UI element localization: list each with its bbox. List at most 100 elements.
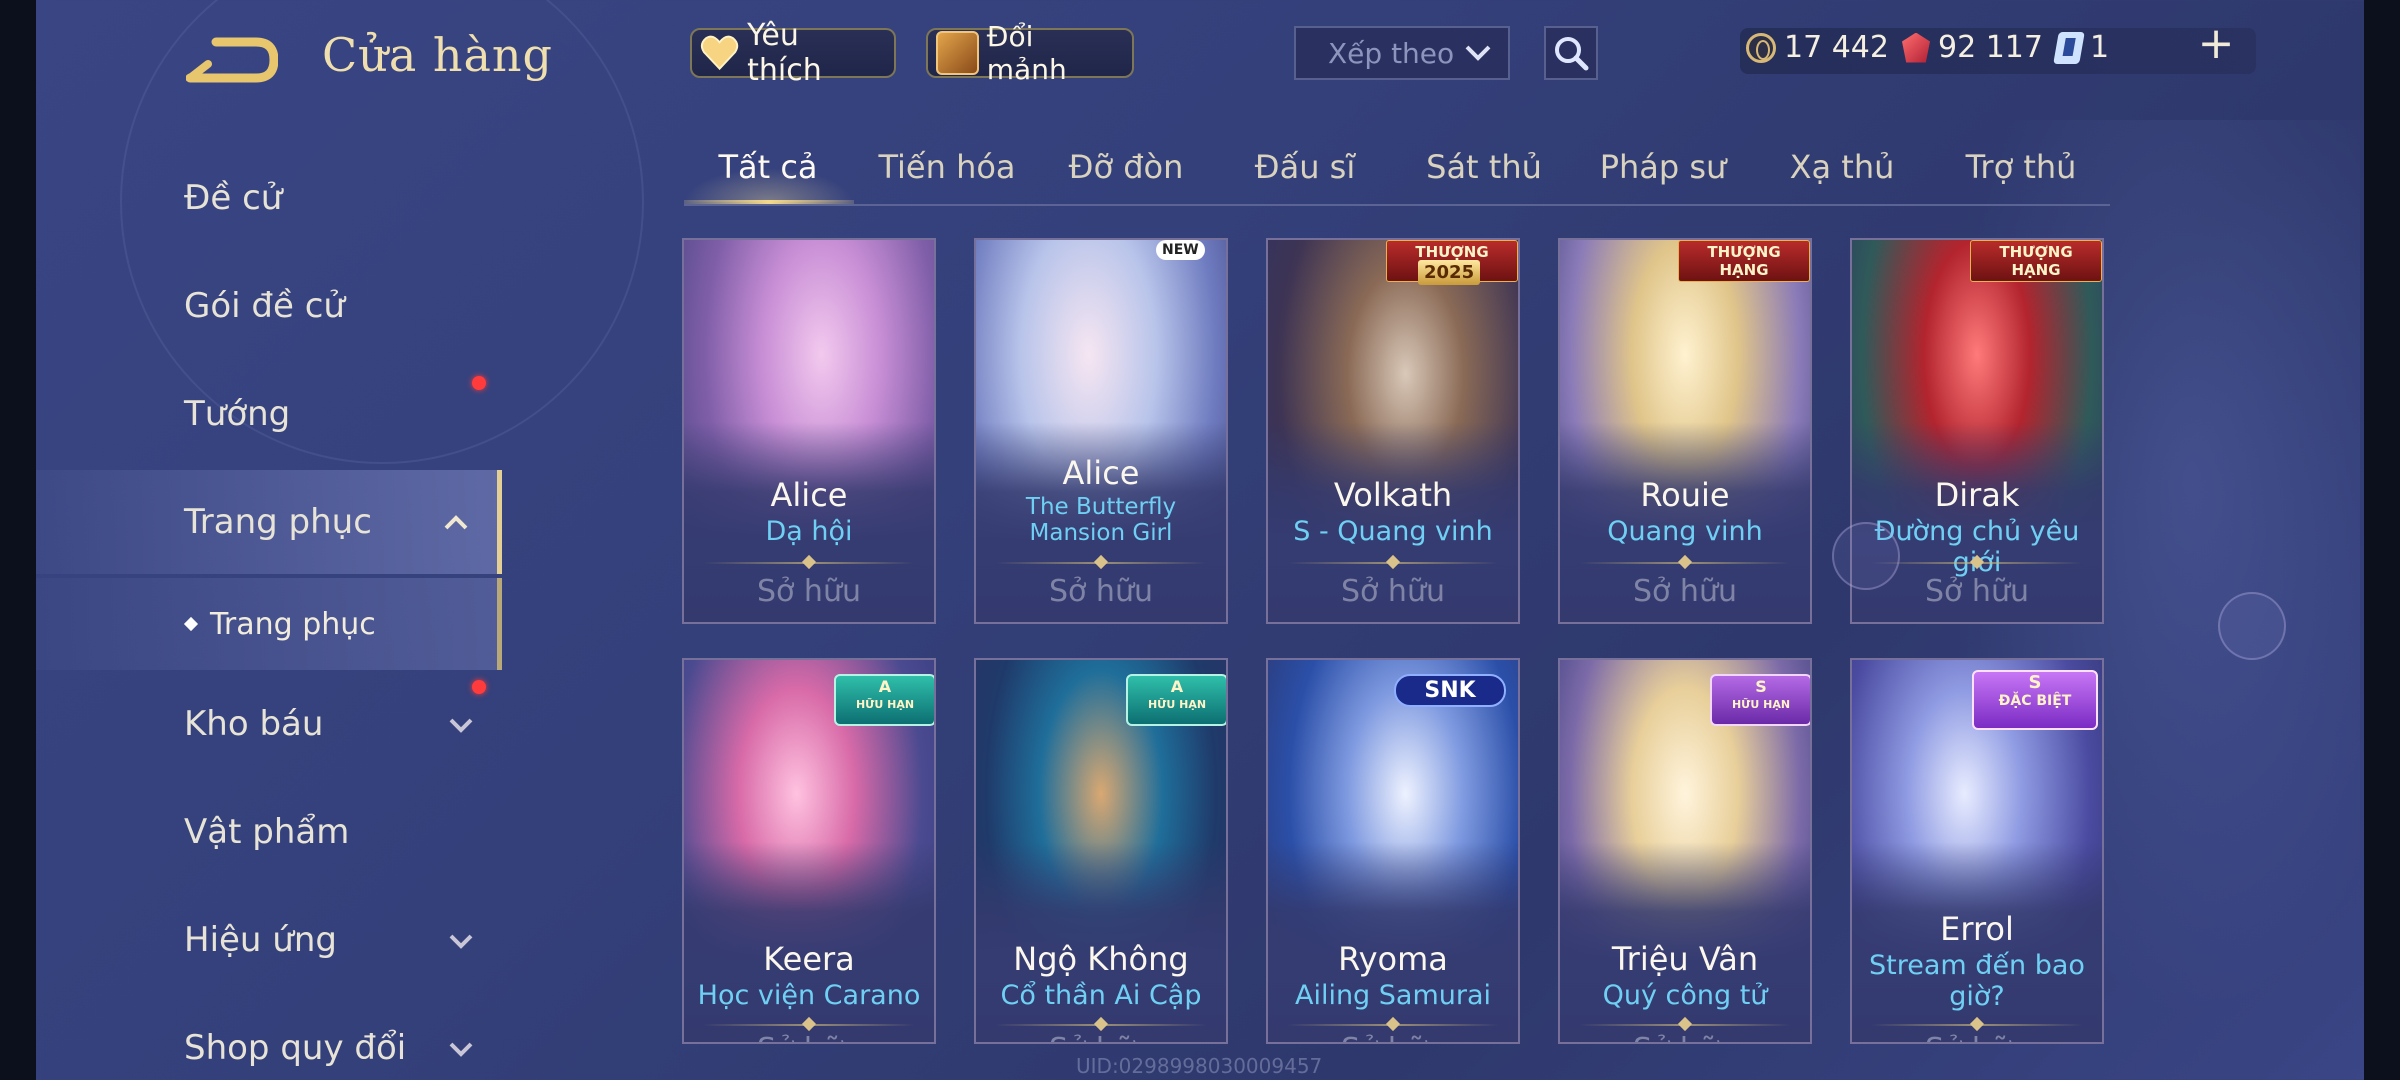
tab-evolution[interactable]: Tiến hóa (867, 148, 1027, 186)
ownership-status: Sở hữu (976, 1032, 1226, 1042)
hero-name: Errol (1940, 910, 2014, 948)
skin-card[interactable]: S ĐẶC BIỆT Errol Stream đến bao giờ? Sở … (1850, 658, 2104, 1044)
tab-mage[interactable]: Pháp sư (1583, 148, 1743, 186)
hero-name: Ngộ Không (1013, 940, 1189, 978)
card-divider (704, 562, 914, 564)
skin-name: Học viện Carano (697, 980, 921, 1011)
skin-card[interactable]: THƯỢNG HẠNG 2025 Volkath S - Quang vinh … (1266, 238, 1520, 624)
skin-card[interactable]: Alice Dạ hội Sở hữu (682, 238, 936, 624)
hero-name: Triệu Vân (1611, 940, 1759, 978)
card-divider (996, 562, 1206, 564)
sidebar: Đề cử Gói đề cử Tướng Trang phục Trang p… (36, 140, 502, 1080)
hero-name: Dirak (1934, 476, 2020, 514)
sidebar-subitem-skins[interactable]: Trang phục (36, 578, 502, 670)
sidebar-item-label: Kho báu (184, 704, 324, 744)
card-divider (1288, 1024, 1498, 1026)
favorites-button[interactable]: Yêu thích (690, 18, 896, 88)
ownership-status: Sở hữu (1268, 1032, 1518, 1042)
tab-all[interactable]: Tất cả (688, 148, 848, 186)
heart-icon (700, 35, 739, 71)
tab-tank[interactable]: Đỡ đòn (1046, 148, 1206, 186)
sidebar-item-label: Shop quy đổi (184, 1028, 407, 1068)
skin-name: Quý công tử (1602, 980, 1768, 1011)
chevron-down-icon (1465, 45, 1491, 61)
diamond-bullet-icon (183, 616, 199, 632)
screen-edge-left (0, 0, 36, 1080)
active-tab-underline (684, 200, 854, 204)
ownership-status: Sở hữu (757, 574, 861, 609)
collab-badge: SNK (1394, 674, 1506, 707)
gold-coin-icon (1746, 32, 1776, 63)
skin-name: Dạ hội (765, 516, 853, 547)
sidebar-item-label: Vật phẩm (184, 812, 350, 852)
card-divider (1580, 562, 1790, 564)
sidebar-item-items[interactable]: Vật phẩm (36, 780, 502, 884)
floating-action-button[interactable] (1832, 522, 1900, 590)
gold-currency: 17 442 (1746, 30, 1889, 65)
sidebar-item-label: Tướng (184, 394, 291, 434)
skin-card[interactable]: A HỮU HẠN Keera Học viện Carano Sở hữu (682, 658, 936, 1044)
sidebar-item-skins[interactable]: Trang phục (36, 470, 502, 574)
sidebar-item-effects[interactable]: Hiệu ứng (36, 888, 502, 992)
favorites-label: Yêu thích (747, 18, 822, 88)
sidebar-item-label: Đề cử (184, 178, 283, 218)
back-button[interactable] (185, 34, 279, 86)
card-divider (1580, 1024, 1790, 1026)
sidebar-item-recommended-packs[interactable]: Gói đề cử (36, 254, 502, 390)
back-arrow-icon (185, 37, 279, 83)
premium-badge: THƯỢNG HẠNG (1678, 240, 1810, 282)
hero-name: Keera (763, 940, 855, 978)
search-button[interactable] (1544, 26, 1598, 80)
sort-dropdown[interactable]: Xếp theo (1294, 26, 1510, 80)
skin-card[interactable]: NEW Alice The Butterfly Mansion Girl Sở … (974, 238, 1228, 624)
card-divider (704, 1024, 914, 1026)
fragment-exchange-button[interactable]: Đổi mảnh (926, 20, 1134, 86)
tab-assassin[interactable]: Sát thủ (1404, 148, 1564, 186)
sidebar-item-exchange-shop[interactable]: Shop quy đổi (36, 996, 502, 1080)
plus-icon: + (2197, 18, 2235, 69)
hero-name: Ryoma (1338, 940, 1448, 978)
tier-letter: A (878, 677, 892, 696)
screen-edge-right (2364, 0, 2400, 1080)
voucher-amount: 1 (2090, 30, 2110, 65)
skin-name: Quang vinh (1607, 516, 1763, 547)
skin-card[interactable]: THƯỢNG HẠNG Rouie Quang vinh Sở hữu (1558, 238, 1812, 624)
ownership-status: Sở hữu (1341, 574, 1445, 609)
category-tabs: Tất cả Tiến hóa Đỡ đòn Đấu sĩ Sát thủ Ph… (684, 138, 2110, 206)
skin-card[interactable]: A HỮU HẠN Ngộ Không Cổ thần Ai Cập Sở hữ… (974, 658, 1228, 1044)
ownership-status: Sở hữu (1852, 1032, 2102, 1042)
ownership-status: Sở hữu (684, 1032, 934, 1042)
ownership-status: Sở hữu (1633, 574, 1737, 609)
tier-letter: S (1755, 677, 1767, 696)
hero-name: Alice (1062, 454, 1140, 492)
sidebar-item-label: Hiệu ứng (184, 920, 337, 960)
sidebar-item-treasure[interactable]: Kho báu (36, 672, 502, 776)
ownership-status: Sở hữu (1560, 1032, 1810, 1042)
tier-badge: S HỮU HẠN (1710, 674, 1810, 726)
sidebar-item-heroes[interactable]: Tướng (36, 362, 502, 466)
skin-card[interactable]: SNK Ryoma Ailing Samurai Sở hữu (1266, 658, 1520, 1044)
chevron-down-icon (449, 1042, 473, 1057)
sort-label: Xếp theo (1328, 36, 1455, 70)
card-divider (996, 1024, 1206, 1026)
tier-sublabel: HỮU HẠN (1147, 698, 1207, 711)
chevron-up-icon (444, 515, 468, 530)
tab-support[interactable]: Trợ thủ (1941, 148, 2101, 186)
tier-badge: S ĐẶC BIỆT (1972, 670, 2098, 730)
add-currency-button[interactable]: + (2196, 22, 2236, 66)
new-badge: NEW (1156, 240, 1205, 260)
page-title: Cửa hàng (322, 28, 553, 82)
skin-card[interactable]: S HỮU HẠN Triệu Vân Quý công tử Sở hữu (1558, 658, 1812, 1044)
tab-fighter[interactable]: Đấu sĩ (1225, 148, 1385, 186)
sidebar-item-recommended[interactable]: Đề cử (36, 146, 502, 250)
tier-letter: A (1170, 677, 1184, 696)
skin-name: S - Quang vinh (1293, 516, 1493, 547)
chevron-down-icon (449, 934, 473, 949)
tab-marksman[interactable]: Xạ thủ (1762, 148, 1922, 186)
floating-diamond-button[interactable] (2218, 592, 2286, 660)
card-divider (1872, 562, 2082, 564)
tier-sublabel: ĐẶC BIỆT (1998, 693, 2072, 709)
gold-amount: 17 442 (1784, 30, 1889, 65)
sidebar-subitem-label: Trang phục (210, 606, 376, 642)
skin-name: Cổ thần Ai Cập (1000, 980, 1202, 1011)
